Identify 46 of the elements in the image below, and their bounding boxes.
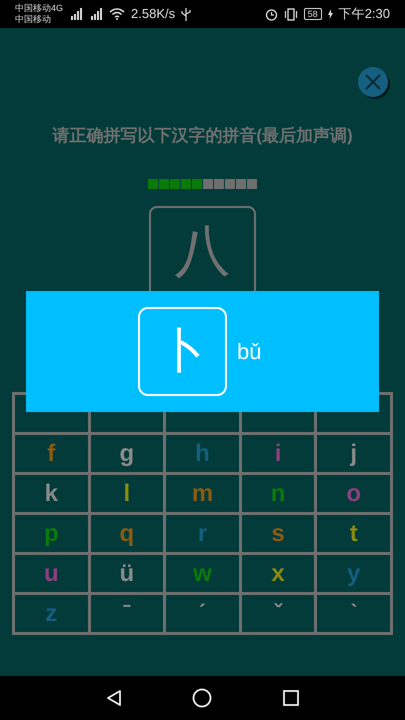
letter-key[interactable]: ˊ — [166, 594, 239, 632]
letter-key[interactable]: h — [166, 434, 239, 472]
close-icon — [365, 74, 381, 90]
wifi-icon — [109, 8, 126, 20]
letter-key[interactable]: ˇ — [242, 594, 314, 632]
battery-level: 58 — [304, 8, 322, 20]
charging-icon — [328, 9, 333, 19]
carrier-name: 中国移动4G — [15, 3, 64, 14]
alarm-icon — [264, 8, 278, 20]
letter-key[interactable]: w — [166, 554, 239, 592]
instruction-text: 请正确拼写以下汉字的拼音(最后加声调) — [52, 125, 353, 147]
signal-icon — [89, 8, 104, 20]
usb-icon — [181, 8, 192, 20]
letter-key[interactable]: j — [317, 434, 390, 472]
letter-key[interactable]: x — [242, 554, 314, 592]
carrier-name: 中国移动 — [15, 14, 52, 25]
home-icon[interactable] — [192, 688, 212, 708]
vibrate-icon — [284, 8, 298, 20]
pinyin-text: bǔ — [237, 338, 262, 366]
chinese-character: 八 — [174, 218, 230, 284]
letter-key[interactable]: f — [15, 434, 88, 472]
recents-icon[interactable] — [282, 689, 300, 707]
letter-key[interactable]: ˋ — [317, 594, 390, 632]
close-button[interactable] — [358, 67, 388, 97]
letter-key[interactable]: q — [90, 514, 164, 552]
letter-key[interactable]: k — [15, 474, 88, 512]
signal-icon — [69, 8, 84, 20]
letter-key[interactable]: m — [166, 474, 239, 512]
letter-key[interactable]: n — [242, 474, 314, 512]
letter-key[interactable]: u — [15, 554, 88, 592]
letter-key[interactable]: g — [90, 434, 164, 472]
letter-key[interactable]: l — [90, 474, 164, 512]
letter-key[interactable]: y — [317, 554, 390, 592]
letter-key[interactable]: o — [317, 474, 390, 512]
letter-key[interactable]: ˉ — [90, 594, 164, 632]
network-speed: 2.58K/s — [131, 5, 176, 24]
clock-time: 下午2:30 — [338, 5, 390, 24]
back-icon[interactable] — [104, 689, 123, 707]
letter-key[interactable]: t — [317, 514, 390, 552]
letter-key[interactable]: z — [15, 594, 88, 632]
letter-key[interactable]: ü — [90, 554, 164, 592]
letter-key[interactable]: p — [15, 514, 88, 552]
letter-key[interactable]: s — [242, 514, 314, 552]
letter-key[interactable]: r — [166, 514, 239, 552]
chinese-character: 卜 — [158, 324, 206, 380]
letter-key[interactable]: i — [242, 434, 314, 472]
